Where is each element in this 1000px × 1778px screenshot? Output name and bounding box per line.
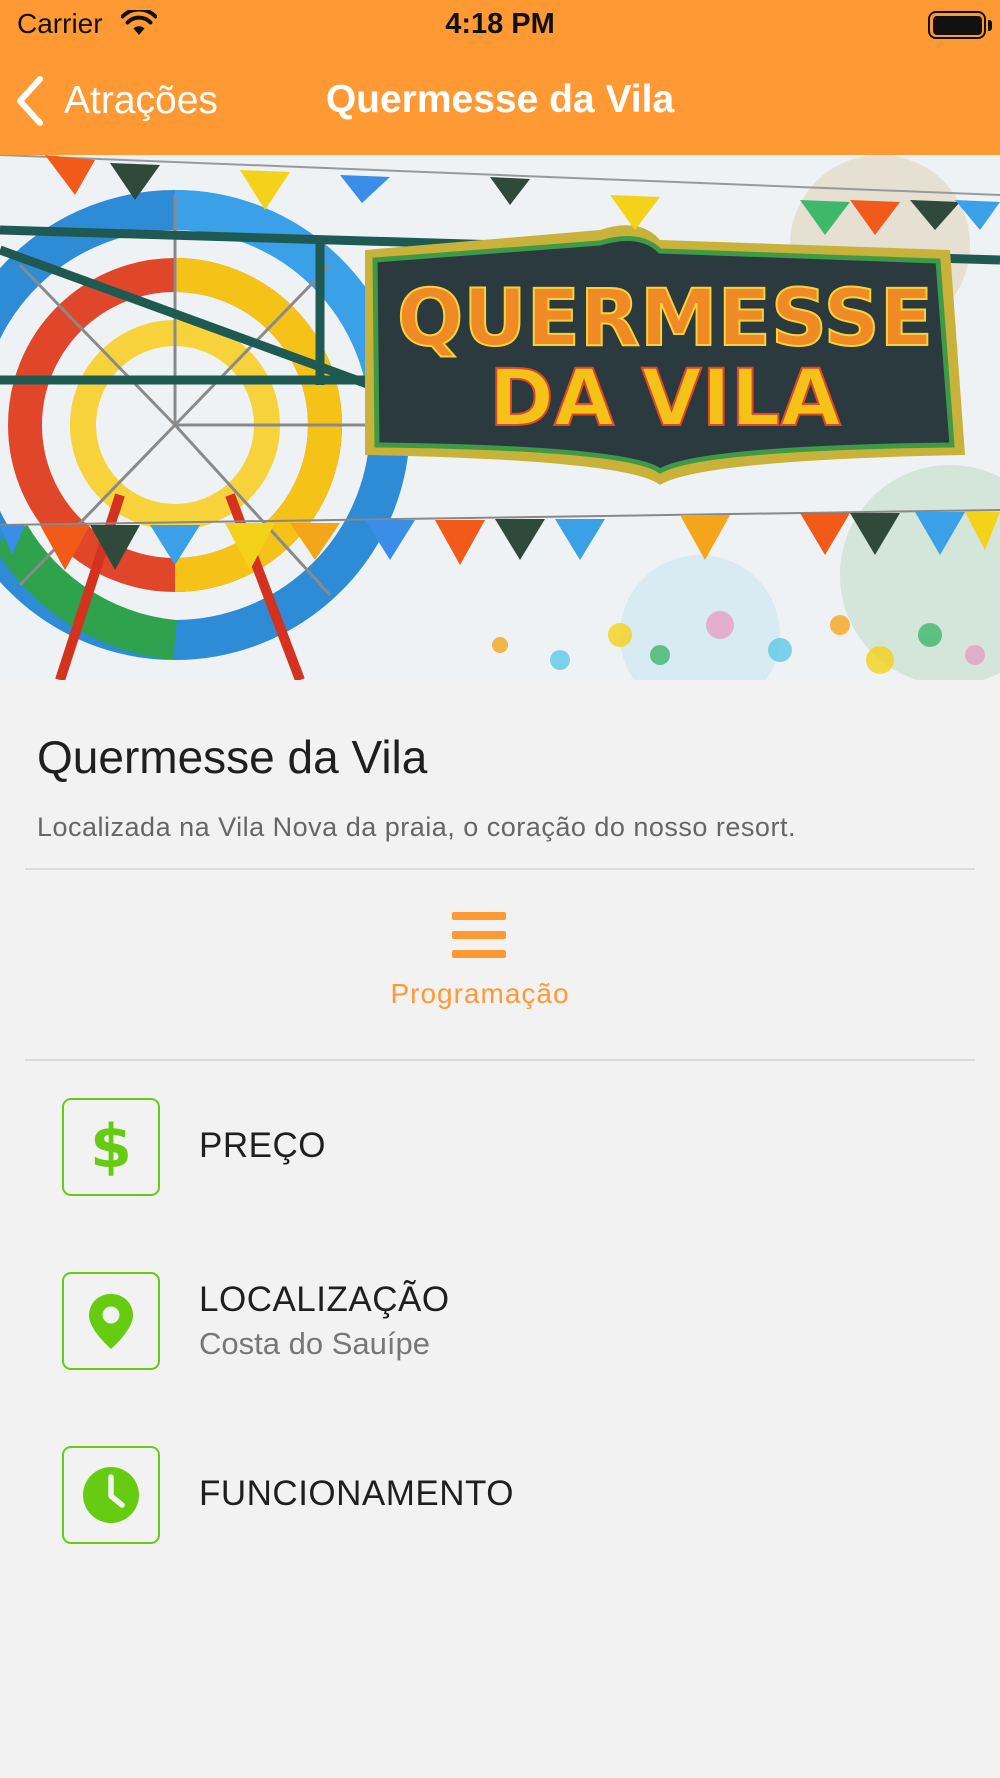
divider: [25, 1059, 975, 1061]
location-value: Costa do Sauípe: [199, 1326, 430, 1361]
clock-icon-box: [62, 1446, 160, 1544]
status-time: 4:18 PM: [445, 8, 555, 40]
schedule-button[interactable]: Programação: [370, 900, 590, 1020]
hours-label: FUNCIONAMENTO: [199, 1474, 515, 1513]
dollar-icon-box: $: [62, 1098, 160, 1196]
page-title: Quermesse da Vila: [325, 78, 675, 121]
attraction-description: Localizada na Vila Nova da praia, o cora…: [37, 812, 796, 842]
location-label: LOCALIZAÇÃO: [199, 1280, 450, 1319]
map-pin-icon: [89, 1294, 133, 1349]
hero-image: QUERMESSE DA VILA: [0, 155, 1000, 680]
price-label: PREÇO: [199, 1126, 326, 1165]
festival-photo: QUERMESSE DA VILA: [0, 155, 1000, 680]
sign-text-line1: QUERMESSE: [397, 274, 933, 364]
location-row[interactable]: LOCALIZAÇÃO Costa do Sauípe: [62, 1272, 962, 1370]
divider: [25, 868, 975, 870]
price-row[interactable]: $ PREÇO: [62, 1098, 962, 1196]
status-bar: Carrier 4:18 PM: [0, 0, 1000, 52]
navigation-bar: Carrier 4:18 PM Atrações Quermesse da Vi…: [0, 0, 1000, 155]
clock-icon: [83, 1467, 139, 1523]
attraction-title: Quermesse da Vila: [37, 731, 428, 783]
battery-tip: [988, 20, 992, 31]
schedule-button-label: Programação: [390, 978, 570, 1009]
dollar-icon: $: [90, 1117, 132, 1177]
menu-icon: [452, 912, 506, 958]
battery-icon: [928, 11, 986, 39]
map-pin-icon-box: [62, 1272, 160, 1370]
hours-row[interactable]: FUNCIONAMENTO: [62, 1446, 962, 1544]
sign-text-line2: DA VILA: [489, 354, 841, 444]
svg-text:$: $: [90, 1117, 132, 1177]
